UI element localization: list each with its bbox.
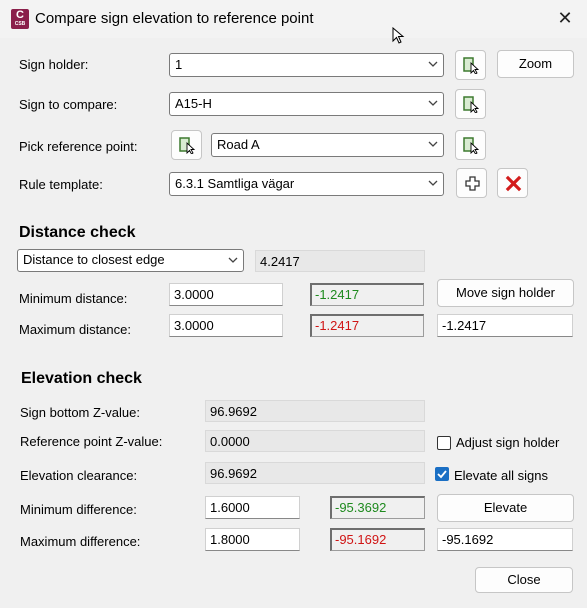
min-difference-input[interactable]: 1.6000 (205, 496, 300, 519)
pick-in-drawing-icon (463, 137, 480, 154)
max-difference-input[interactable]: 1.8000 (205, 528, 300, 551)
sign-compare-label: Sign to compare: (19, 97, 118, 112)
max-difference-label: Maximum difference: (20, 534, 141, 549)
window-title: Compare sign elevation to reference poin… (35, 10, 314, 27)
sign-compare-select[interactable]: A15-H (169, 92, 444, 116)
min-difference-label: Minimum difference: (20, 502, 137, 517)
reference-z-label: Reference point Z-value: (20, 434, 163, 449)
checkmark-icon (437, 470, 447, 479)
max-distance-result: -1.2417 (310, 314, 424, 337)
pick-reference-point-button[interactable] (171, 130, 202, 160)
distance-mode-select[interactable]: Distance to closest edge (17, 249, 244, 272)
pick-in-drawing-icon (179, 137, 196, 154)
app-icon-letter: C (16, 9, 24, 21)
chevron-down-icon (428, 141, 438, 147)
chevron-down-icon (228, 257, 238, 263)
min-distance-label: Minimum distance: (19, 291, 128, 306)
close-icon[interactable]: ✕ (552, 6, 578, 30)
reference-z-value: 0.0000 (205, 430, 425, 452)
pick-sign-button[interactable] (455, 89, 486, 119)
plus-icon (465, 176, 480, 191)
road-value: Road A (217, 137, 260, 152)
mouse-cursor-icon (392, 27, 405, 44)
chevron-down-icon (428, 180, 438, 186)
elevate-all-signs-label[interactable]: Elevate all signs (454, 468, 548, 483)
chevron-down-icon (428, 61, 438, 67)
elevate-value[interactable]: -95.1692 (437, 528, 573, 551)
elevation-clearance-label: Elevation clearance: (20, 468, 138, 483)
move-sign-holder-button[interactable]: Move sign holder (437, 279, 574, 307)
delete-template-button[interactable] (497, 168, 528, 198)
move-sign-holder-value[interactable]: -1.2417 (437, 314, 573, 337)
delete-icon (505, 175, 522, 192)
zoom-button[interactable]: Zoom (497, 50, 574, 78)
min-difference-result: -95.3692 (330, 496, 425, 519)
elevate-all-signs-checkbox[interactable] (435, 467, 449, 481)
close-button[interactable]: Close (475, 567, 573, 593)
elevation-check-heading: Elevation check (21, 370, 142, 387)
max-difference-result: -95.1692 (330, 528, 425, 551)
road-select[interactable]: Road A (211, 133, 444, 157)
sign-holder-label: Sign holder: (19, 57, 89, 72)
rule-template-value: 6.3.1 Samtliga vägar (175, 176, 295, 191)
add-template-button[interactable] (456, 168, 487, 198)
min-distance-input[interactable]: 3.0000 (169, 283, 283, 306)
pick-road-button[interactable] (455, 130, 486, 160)
distance-mode-result: 4.2417 (255, 250, 425, 272)
sign-compare-value: A15-H (175, 96, 212, 111)
sign-holder-value: 1 (175, 57, 183, 72)
distance-mode-value: Distance to closest edge (23, 252, 165, 267)
pick-ref-label: Pick reference point: (19, 139, 138, 154)
elevate-button[interactable]: Elevate (437, 494, 574, 522)
max-distance-label: Maximum distance: (19, 322, 131, 337)
chevron-down-icon (428, 100, 438, 106)
rule-template-select[interactable]: 6.3.1 Samtliga vägar (169, 172, 444, 196)
rule-template-label: Rule template: (19, 177, 103, 192)
min-distance-result: -1.2417 (310, 283, 424, 306)
app-icon: C CSB (11, 9, 29, 29)
sign-holder-select[interactable]: 1 (169, 53, 444, 77)
app-icon-sub: CSB (14, 21, 26, 27)
sign-bottom-z-value: 96.9692 (205, 400, 425, 422)
adjust-sign-holder-checkbox[interactable] (437, 436, 451, 450)
elevation-clearance-value: 96.9692 (205, 462, 425, 484)
pick-in-drawing-icon (463, 57, 480, 74)
pick-in-drawing-icon (463, 96, 480, 113)
max-distance-input[interactable]: 3.0000 (169, 314, 283, 337)
distance-check-heading: Distance check (19, 224, 136, 241)
adjust-sign-holder-label[interactable]: Adjust sign holder (456, 435, 559, 450)
pick-sign-holder-button[interactable] (455, 50, 486, 80)
sign-bottom-z-label: Sign bottom Z-value: (20, 405, 140, 420)
